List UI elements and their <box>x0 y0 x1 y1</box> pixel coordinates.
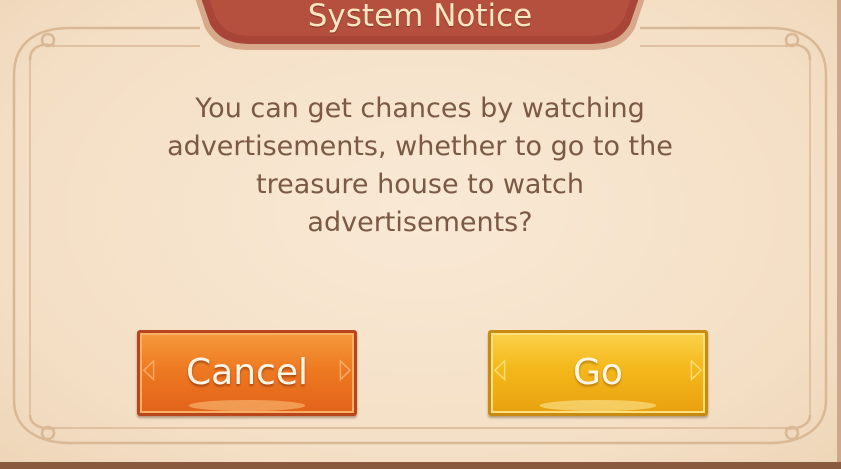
frame-right-edge <box>837 0 841 469</box>
dialog-title: System Notice <box>307 0 533 34</box>
message-line: You can get chances by watching <box>195 93 645 124</box>
title-banner: System Notice <box>195 0 645 54</box>
go-button-label: Go <box>573 352 623 393</box>
dialog-message: You can get chances by watching advertis… <box>120 90 720 242</box>
frame-bottom-edge <box>0 462 841 469</box>
cancel-button-label: Cancel <box>186 352 308 393</box>
go-button[interactable]: Go <box>488 330 708 416</box>
message-line: advertisements? <box>307 207 533 238</box>
message-line: treasure house to watch <box>256 169 584 200</box>
cancel-button[interactable]: Cancel <box>137 330 357 416</box>
system-notice-dialog: System Notice You can get chances by wat… <box>0 0 841 469</box>
message-line: advertisements, whether to go to the <box>167 131 673 162</box>
